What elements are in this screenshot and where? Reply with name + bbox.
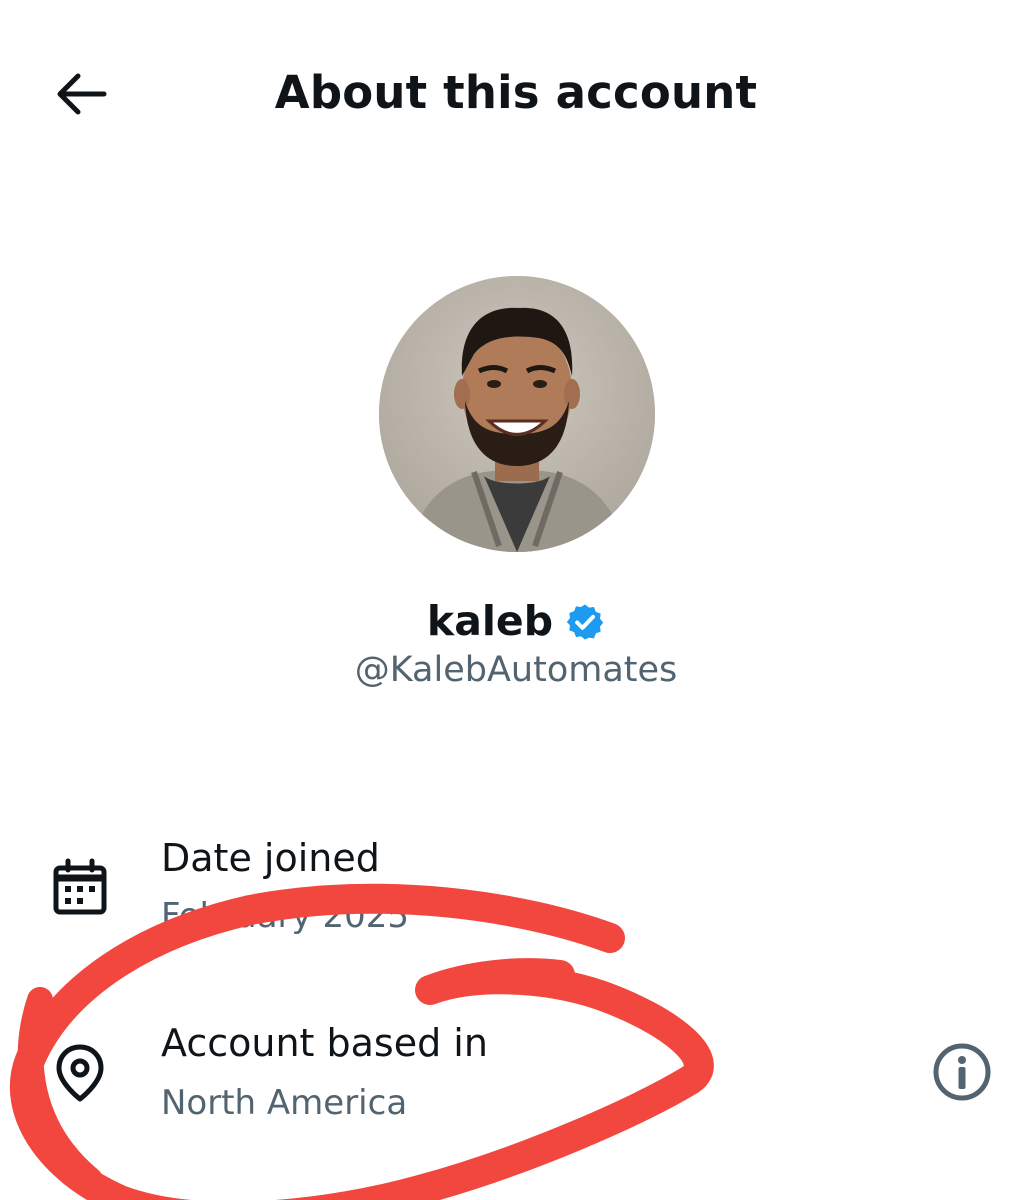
date-joined-value: February 2025	[161, 896, 409, 936]
avatar-image	[379, 276, 655, 552]
date-joined-label: Date joined	[161, 836, 380, 880]
profile-handle: @KalebAutomates	[354, 650, 678, 690]
calendar-icon	[53, 858, 107, 915]
account-based-row: Account based in North America	[0, 1015, 1032, 1125]
info-icon	[933, 1043, 991, 1101]
display-name: kaleb	[426, 597, 554, 645]
account-based-value: North America	[161, 1083, 408, 1123]
avatar[interactable]	[379, 276, 655, 552]
verified-badge-icon	[566, 604, 604, 640]
location-pin-icon	[56, 1044, 104, 1102]
header: About this account	[0, 0, 1032, 185]
page-title: About this account	[274, 66, 758, 119]
date-joined-row: Date joined February 2025	[0, 830, 1032, 940]
account-based-label: Account based in	[161, 1021, 488, 1065]
display-name-row: kaleb	[0, 597, 1032, 645]
info-button[interactable]	[930, 1040, 994, 1104]
